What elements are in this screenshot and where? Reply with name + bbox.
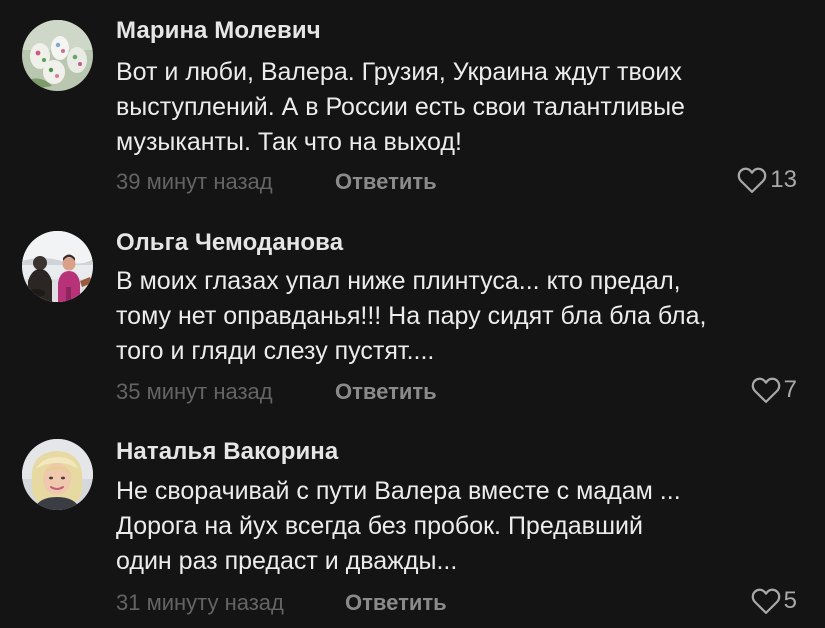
heart-icon (737, 167, 767, 193)
avatar-people-snow-icon (22, 231, 93, 302)
comment-text-line: музыканты. Так что на выход! (116, 128, 462, 156)
like-count: 7 (783, 376, 797, 403)
comment-text-line: Не сворачивай с пути Валера вместе с мад… (116, 477, 681, 505)
comment-text-line: один раз предаст и дважды... (116, 547, 458, 575)
avatar-easter-eggs-icon (22, 20, 93, 91)
comment-text-line: В моих глазах упал ниже плинтуса... кто … (116, 267, 681, 295)
avatar[interactable] (22, 20, 93, 91)
like-button[interactable]: 13 (737, 166, 797, 194)
comment-text-line: Вот и люби, Валера. Грузия, Украина ждут… (116, 58, 682, 86)
reply-button[interactable]: Ответить (345, 590, 447, 616)
comment-text-line: того и гляди слезу пустят.... (116, 337, 435, 365)
comment-text: Вот и люби, Валера. Грузия, Украина ждут… (116, 55, 806, 160)
comment-text-line: выступлений. А в России есть свои талант… (116, 93, 685, 121)
heart-icon (751, 588, 780, 614)
comment-author[interactable]: Наталья Вакорина (116, 438, 338, 466)
comment-text: Не сворачивай с пути Валера вместе с мад… (116, 474, 806, 579)
comment-author[interactable]: Марина Молевич (116, 17, 321, 45)
comment-text-line: тому нет оправданья!!! На пару сидят бла… (116, 302, 707, 330)
avatar[interactable] (22, 439, 93, 510)
comment-timestamp: 39 минут назад (116, 169, 273, 194)
comment-text: В моих глазах упал ниже плинтуса... кто … (116, 264, 806, 369)
like-count: 13 (770, 166, 797, 193)
heart-icon (751, 377, 780, 403)
like-button[interactable]: 7 (751, 376, 797, 404)
avatar-blonde-woman-icon (22, 439, 93, 510)
comment-timestamp: 31 минуту назад (116, 590, 284, 615)
comment-text-line: Дорога на йух всегда без пробок. Предавш… (116, 512, 643, 540)
avatar[interactable] (22, 231, 93, 302)
like-count: 5 (783, 587, 797, 614)
comment-author[interactable]: Ольга Чемоданова (116, 229, 343, 257)
like-button[interactable]: 5 (751, 587, 797, 615)
reply-button[interactable]: Ответить (335, 169, 437, 195)
comment-timestamp: 35 минут назад (116, 379, 273, 404)
reply-button[interactable]: Ответить (335, 379, 437, 405)
